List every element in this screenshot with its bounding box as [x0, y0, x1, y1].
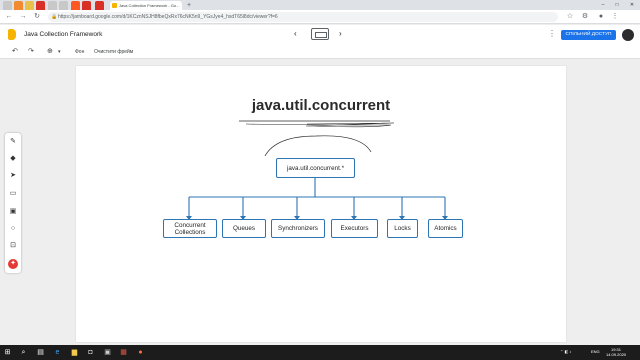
zoom-caret-icon[interactable]: ▾: [58, 47, 61, 57]
pinned-tab[interactable]: [25, 1, 34, 10]
tab-title: Java Collection Framework - Go...: [119, 3, 180, 8]
pinned-tab[interactable]: [3, 1, 12, 10]
jamboard-canvas[interactable]: java.util.concurrent java.util.concurren…: [76, 66, 566, 342]
tray-icons: ⌃ ◧ ♪: [560, 349, 572, 354]
close-window-button[interactable]: ✕: [625, 0, 639, 10]
app-icon[interactable]: ▦: [119, 348, 128, 357]
maximize-button[interactable]: □: [610, 0, 624, 10]
share-button[interactable]: СПІЛЬНИЙ ДОСТУП: [561, 30, 616, 40]
clear-frame-button[interactable]: Очистити фрейм: [94, 47, 133, 57]
app-icon[interactable]: ▣: [103, 348, 112, 357]
os-taskbar: ⊞ ⌕ ▤ e ▆ ◘ ▣ ▦ ● ⌃ ◧ ♪ ENG 19:31 14.09.…: [0, 345, 640, 360]
pen-icon[interactable]: ✎: [8, 137, 18, 147]
next-frame-button[interactable]: ›: [339, 29, 342, 38]
prev-frame-button[interactable]: ‹: [294, 29, 297, 38]
pinned-tab[interactable]: [48, 1, 57, 10]
child-node-synchronizers[interactable]: Synchronizers: [271, 219, 325, 238]
document-title[interactable]: Java Collection Framework: [24, 31, 102, 38]
zoom-icon[interactable]: ⊕: [47, 47, 53, 57]
tool-palette: ✎ ◆ ➤ ▭ ▣ ○ ⊡ ✦: [5, 133, 21, 273]
avatar[interactable]: [622, 29, 634, 41]
textbox-icon[interactable]: ⊡: [8, 241, 18, 251]
firefox-icon[interactable]: ●: [136, 348, 145, 357]
file-explorer-icon[interactable]: ▆: [70, 348, 79, 357]
active-tab[interactable]: Java Collection Framework - Go...: [110, 1, 182, 10]
ink-arc: [264, 135, 372, 157]
child-node-locks[interactable]: Locks: [387, 219, 418, 238]
edge-icon[interactable]: e: [53, 348, 62, 357]
pinned-tab[interactable]: [95, 1, 104, 10]
node-label: Concurrent: [174, 221, 206, 229]
child-node-concurrent-collections[interactable]: Concurrent Collections: [163, 219, 217, 238]
shape-icon[interactable]: ○: [8, 224, 18, 234]
pinned-tab[interactable]: [36, 1, 45, 10]
laser-icon[interactable]: ✦: [8, 259, 18, 269]
node-label: Collections: [174, 228, 206, 236]
toolbar: ↶ ↷ ⊕ ▾ Фон Очистити фрейм: [0, 45, 640, 59]
redo-icon[interactable]: ↷: [28, 47, 34, 57]
root-node[interactable]: java.util.concurrent.*: [276, 158, 355, 178]
task-view-icon[interactable]: ▤: [36, 348, 45, 357]
pinned-tab[interactable]: [71, 1, 80, 10]
image-icon[interactable]: ▣: [8, 207, 18, 217]
windows-start-icon[interactable]: ⊞: [3, 348, 12, 357]
clock[interactable]: 19:31 14.09.2020: [606, 347, 626, 357]
reload-icon[interactable]: ↻: [32, 12, 42, 22]
profile-icon[interactable]: ●: [596, 12, 606, 22]
forward-icon[interactable]: →: [18, 12, 28, 22]
background-button[interactable]: Фон: [75, 47, 84, 57]
jamboard-logo-icon: [8, 29, 16, 40]
ink-underline-scribble: [245, 122, 395, 128]
board-heading: java.util.concurrent: [251, 97, 391, 114]
undo-icon[interactable]: ↶: [12, 47, 18, 57]
url-text: https://jamboard.google.com/d/1KCznNSJH8…: [58, 14, 278, 20]
extension-icon[interactable]: ⚙: [580, 12, 590, 22]
eraser-icon[interactable]: ◆: [8, 154, 18, 164]
frame-bar-toggle[interactable]: [311, 28, 329, 40]
search-icon[interactable]: ⌕: [19, 348, 28, 357]
pinned-tab[interactable]: [59, 1, 68, 10]
clock-date: 14.09.2020: [606, 352, 627, 357]
browser-menu-icon[interactable]: ⋮: [610, 12, 620, 22]
bookmark-star-icon[interactable]: ☆: [565, 12, 575, 22]
input-language[interactable]: ENG: [591, 349, 600, 354]
app-header: Java Collection Framework ‹ › ⋮ СПІЛЬНИЙ…: [0, 25, 640, 45]
jamboard-favicon-icon: [112, 3, 117, 8]
select-icon[interactable]: ➤: [8, 171, 18, 181]
pinned-tab[interactable]: [82, 1, 91, 10]
pinned-tab[interactable]: [14, 1, 23, 10]
child-node-executors[interactable]: Executors: [331, 219, 378, 238]
child-node-atomics[interactable]: Atomics: [428, 219, 463, 238]
more-options-icon[interactable]: ⋮: [548, 29, 556, 38]
new-tab-button[interactable]: +: [187, 1, 191, 10]
store-icon[interactable]: ◘: [86, 348, 95, 357]
browser-tab-strip: Java Collection Framework - Go... + – □ …: [0, 0, 640, 10]
address-bar: ← → ↻ 🔒 https://jamboard.google.com/d/1K…: [0, 10, 640, 24]
minimize-button[interactable]: –: [596, 0, 610, 10]
url-input[interactable]: 🔒 https://jamboard.google.com/d/1KCznNSJ…: [48, 12, 558, 22]
sticky-note-icon[interactable]: ▭: [8, 189, 18, 199]
back-icon[interactable]: ←: [4, 12, 14, 22]
tree-connectors: [188, 178, 446, 218]
lock-icon: 🔒: [51, 14, 58, 20]
child-node-queues[interactable]: Queues: [222, 219, 266, 238]
